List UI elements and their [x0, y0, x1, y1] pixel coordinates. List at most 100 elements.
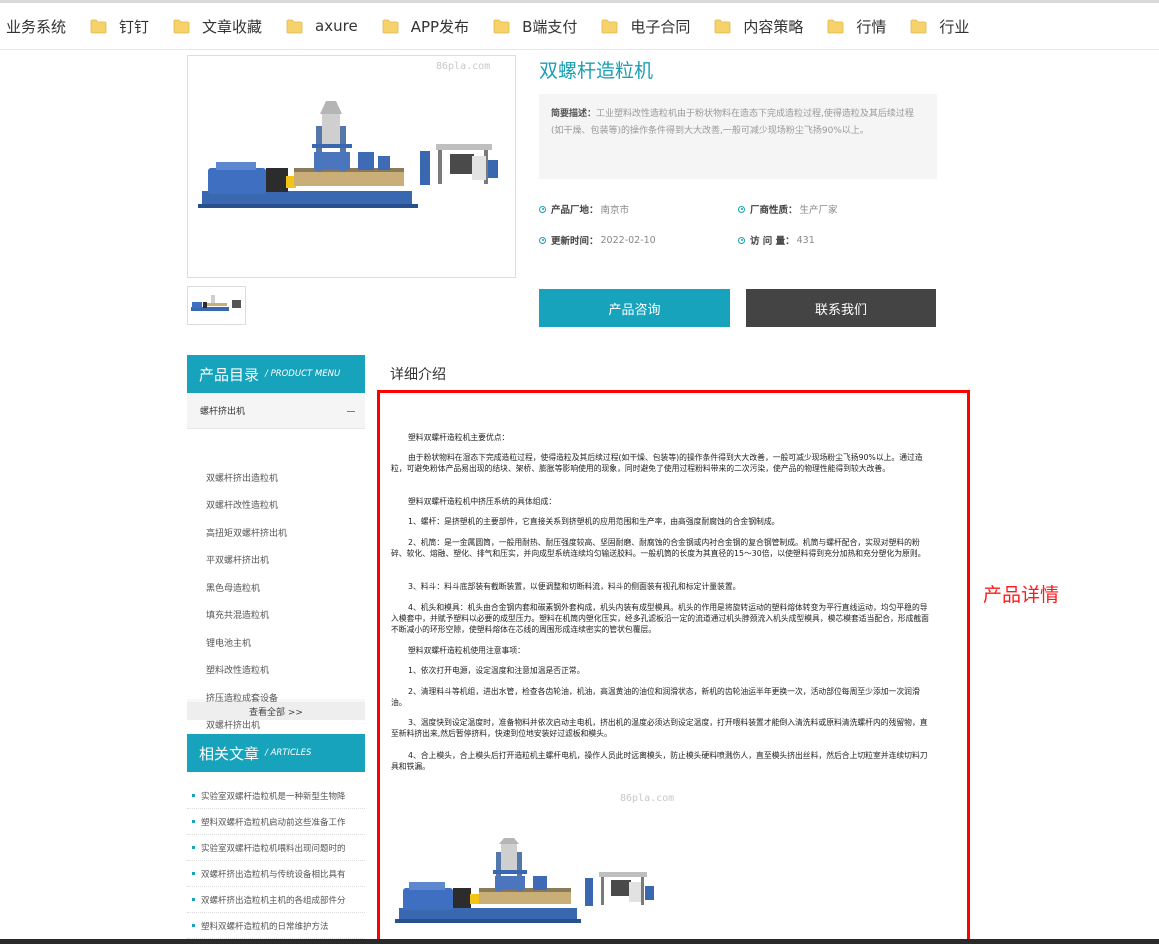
product-summary: 简要描述：工业塑料改性造粒机由于粉状物料在造态下完成造粒过程,使得造粒及其后续过… — [539, 94, 937, 179]
product-menu: 螺杆挤出机 双螺杆挤出造粒机 双螺杆改性造粒机 高扭矩双螺杆挤出机 平双螺杆挤出… — [187, 393, 365, 731]
bookmark-folder[interactable]: B端支付 — [493, 16, 577, 37]
folder-icon — [910, 19, 927, 34]
menu-item[interactable]: 锂电池主机 — [206, 636, 251, 649]
bullet-icon — [192, 794, 195, 797]
menu-item[interactable]: 高扭矩双螺杆挤出机 — [206, 526, 287, 539]
bullet-icon — [192, 872, 195, 875]
articles-header: 相关文章 / ARTICLES — [187, 734, 365, 772]
view-all-link[interactable]: 查看全部 >> — [187, 702, 365, 720]
bookmark-label: B端支付 — [522, 17, 578, 36]
bullet-icon — [738, 205, 745, 213]
folder-icon — [493, 19, 510, 34]
detail-paragraph: 3、料斗：料斗底部装有截断装置，以便调整和切断料流，料斗的侧面装有视孔和标定计量… — [408, 582, 741, 591]
product-thumbnail[interactable] — [187, 286, 246, 325]
menu-item[interactable]: 塑料改性造粒机 — [206, 663, 269, 676]
detail-paragraph: 2、机筒：是一金属圆筒，一般用耐热、耐压强度较高、坚固耐磨、耐腐蚀的合金钢或内衬… — [391, 538, 926, 558]
article-link[interactable]: 实验室双螺杆造粒机是一种新型生物降 — [187, 783, 365, 809]
detail-machine-image — [395, 838, 654, 923]
detail-paragraph: 4、机头和模具：机头由合金钢内套和碳素钢外套构成，机头内装有成型模具。机头的作用… — [391, 603, 929, 634]
bookmark-folder[interactable]: 电子合同 — [601, 16, 690, 37]
menu-category[interactable]: 螺杆挤出机 — [187, 393, 365, 429]
article-link[interactable]: 实验室双螺杆造粒机喂料出现问题时的 — [187, 835, 365, 861]
detail-paragraph: 1、依次打开电源，设定温度和注意加温是否正常。 — [408, 666, 585, 675]
article-link[interactable]: 塑料双螺杆造粒机的日常维护方法 — [187, 913, 365, 939]
meta-visits: 访 问 量： 431 — [738, 233, 815, 247]
folder-icon — [382, 19, 399, 34]
detail-paragraph: 4、合上模头，合上模头后打开造粒机主螺杆电机，操作人员此时远离模头，防止模头硬料… — [391, 751, 928, 771]
category-label: 螺杆挤出机 — [200, 407, 246, 417]
bullet-icon — [738, 236, 745, 244]
menu-item[interactable]: 双螺杆改性造粒机 — [206, 498, 278, 511]
meta-value: 2022-02-10 — [600, 234, 656, 246]
meta-label: 更新时间： — [551, 236, 599, 247]
contact-button[interactable]: 联系我们 — [746, 289, 936, 327]
summary-text: 工业塑料改性造粒机由于粉状物料在造态下完成造粒过程,使得造粒及其后续过程(如干燥… — [551, 109, 914, 136]
meta-value: 南京市 — [600, 205, 630, 216]
article-title: 实验室双螺杆造粒机喂料出现问题时的 — [201, 843, 346, 854]
folder-icon — [286, 19, 303, 34]
bullet-icon — [192, 846, 195, 849]
meta-origin: 产品厂地： 南京市 — [539, 202, 629, 216]
menu-item[interactable]: 平双螺杆挤出机 — [206, 553, 269, 566]
product-main-image[interactable]: 86pla.com — [187, 55, 516, 278]
meta-label: 厂商性质： — [750, 205, 798, 216]
watermark: 86pla.com — [620, 793, 675, 804]
detail-paragraph: 由于粉状物料在湿态下完成造粒过程，使得造粒及其后续过程(如干燥、包装等)的操作条… — [391, 453, 923, 473]
meta-value: 431 — [796, 234, 815, 246]
bullet-icon — [539, 205, 546, 213]
menu-item[interactable]: 填充共混造粒机 — [206, 608, 269, 621]
consult-button[interactable]: 产品咨询 — [539, 289, 730, 327]
bookmark-label: 行情 — [856, 17, 887, 36]
product-title: 双螺杆造粒机 — [539, 60, 654, 82]
detail-heading: 详细介绍 — [390, 367, 446, 383]
bookmark-folder[interactable]: APP发布 — [382, 16, 469, 37]
thumbnail-image — [191, 295, 241, 311]
article-title: 塑料双螺杆造粒机启动前这些准备工作 — [201, 817, 346, 828]
summary-label: 简要描述： — [551, 109, 597, 119]
bookmark-folder[interactable]: 内容策略 — [714, 16, 803, 37]
bookmark-label: APP发布 — [410, 17, 470, 36]
bookmark-label: 文章收藏 — [202, 17, 263, 36]
article-title: 双螺杆挤出造粒机与传统设备相比具有 — [201, 869, 346, 880]
detail-paragraph: 塑料双螺杆造粒机中挤压系统的具体组成： — [408, 497, 557, 506]
detail-paragraph: 3、温度快到设定温度时，准备物料并依次启动主电机，挤出机的温度必须达到设定温度，… — [391, 718, 928, 738]
collapse-icon[interactable] — [347, 411, 355, 412]
folder-icon — [714, 19, 731, 34]
folder-icon — [827, 19, 844, 34]
extruder-machine-image — [198, 101, 498, 208]
menu-list: 双螺杆挤出造粒机 双螺杆改性造粒机 高扭矩双螺杆挤出机 平双螺杆挤出机 黑色母造… — [187, 429, 365, 731]
meta-label: 产品厂地： — [551, 205, 599, 216]
bookmark-folder[interactable]: 行业 — [910, 16, 969, 37]
article-link[interactable]: 塑料双螺杆造粒机启动前这些准备工作 — [187, 809, 365, 835]
bookmark-label: 内容策略 — [743, 17, 804, 36]
article-link[interactable]: 双螺杆挤出造粒机与传统设备相比具有 — [187, 861, 365, 887]
bookmarks-bar: 业务系统 钉钉 文章收藏 axure APP发布 B端支付 电子合同 内容策略 … — [0, 0, 1159, 50]
menu-title: 产品目录 — [199, 365, 260, 384]
meta-nature: 厂商性质： 生产厂家 — [738, 202, 838, 216]
product-menu-header: 产品目录 / PRODUCT MENU — [187, 355, 365, 393]
bullet-icon — [192, 820, 195, 823]
articles-title-en: / ARTICLES — [265, 748, 312, 758]
taskbar-edge — [0, 939, 1159, 944]
detail-annotation: 产品详情 — [983, 584, 1060, 606]
article-link[interactable]: 双螺杆挤出造粒机主机的各组成部件分 — [187, 887, 365, 913]
detail-paragraph: 2、清理料斗等机组，进出水管，检查各齿轮油，机油，高温黄油的油位和润滑状态，新机… — [391, 687, 920, 707]
articles-title: 相关文章 — [199, 744, 260, 763]
detail-paragraph: 1、螺杆：是挤塑机的主要部件，它直接关系到挤塑机的应用范围和生产率，由高强度耐腐… — [408, 517, 780, 526]
article-title: 实验室双螺杆造粒机是一种新型生物降 — [201, 791, 346, 802]
folder-icon — [601, 19, 618, 34]
meta-updated: 更新时间： 2022-02-10 — [539, 233, 656, 247]
bookmark-item[interactable]: 业务系统 — [6, 16, 66, 37]
menu-item[interactable]: 双螺杆挤出造粒机 — [206, 471, 278, 484]
bookmark-folder[interactable]: 文章收藏 — [173, 16, 262, 37]
menu-item[interactable]: 黑色母造粒机 — [206, 581, 260, 594]
folder-icon — [173, 19, 190, 34]
bookmark-folder[interactable]: 行情 — [827, 16, 886, 37]
bookmark-folder[interactable]: axure — [286, 17, 358, 35]
bookmark-label: 钉钉 — [119, 17, 150, 36]
folder-icon — [90, 19, 107, 34]
watermark: 86pla.com — [436, 61, 491, 72]
bookmark-folder[interactable]: 钉钉 — [90, 16, 149, 37]
article-title: 塑料双螺杆造粒机的日常维护方法 — [201, 921, 329, 932]
bullet-icon — [192, 924, 195, 927]
